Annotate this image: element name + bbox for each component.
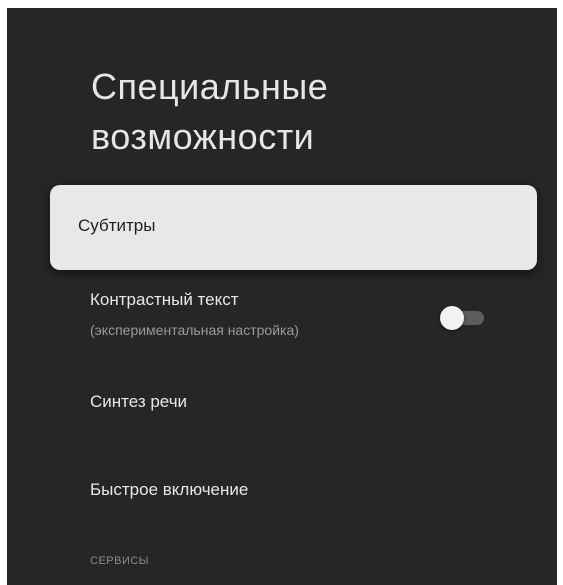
page-title: Специальные возможности: [91, 62, 511, 162]
settings-item-label: Синтез речи: [90, 392, 188, 411]
page-title-line-1: Специальные: [91, 66, 329, 107]
accessibility-settings-screen: Специальные возможности Субтитры Контрас…: [7, 8, 557, 585]
settings-item-label: Быстрое включение: [90, 480, 249, 499]
settings-item-subtitles[interactable]: Субтитры: [50, 185, 537, 270]
settings-item-label: Контрастный текст: [90, 290, 239, 309]
settings-item-accessibility-shortcut[interactable]: Быстрое включение: [50, 456, 537, 526]
settings-item-label: Субтитры: [78, 216, 156, 235]
toggle-thumb: [440, 306, 464, 330]
settings-item-text-to-speech[interactable]: Синтез речи: [50, 368, 537, 438]
settings-item-high-contrast-text[interactable]: Контрастный текст (экспериментальная нас…: [50, 278, 537, 358]
page-title-line-2: возможности: [91, 116, 315, 157]
section-header-services: СЕРВИСЫ: [90, 555, 150, 567]
settings-item-sublabel: (экспериментальная настройка): [90, 322, 299, 338]
high-contrast-toggle[interactable]: [440, 305, 486, 331]
